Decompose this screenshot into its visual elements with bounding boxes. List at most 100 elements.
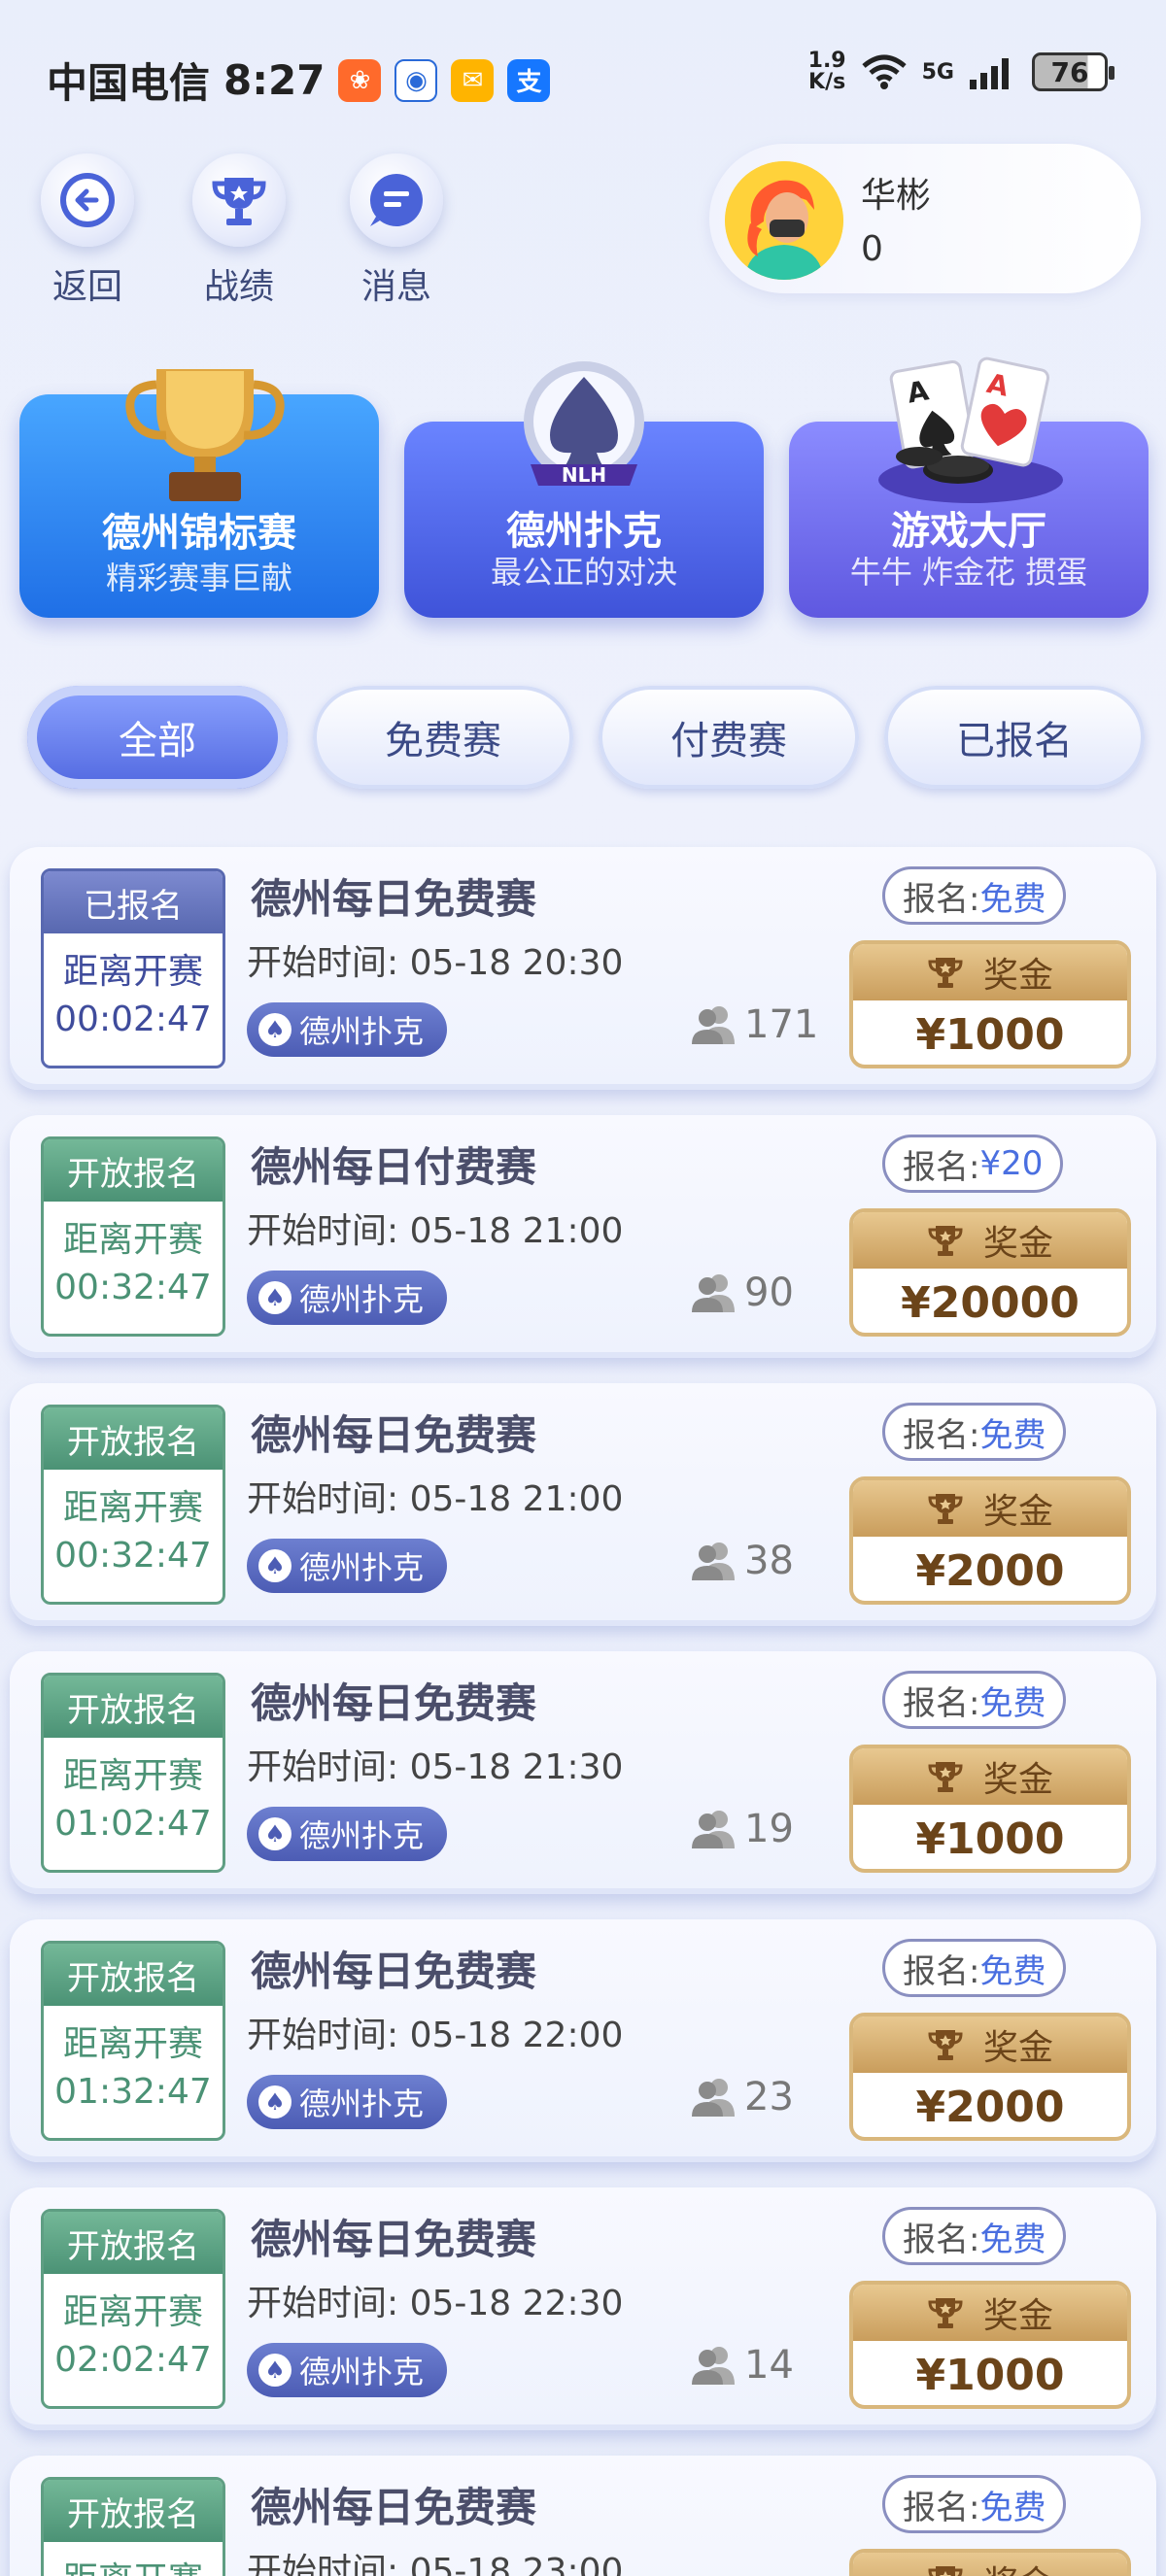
back-icon bbox=[41, 153, 134, 247]
net-speed-unit: K/s bbox=[808, 70, 846, 94]
countdown-value: 01:32:47 bbox=[54, 2072, 212, 2112]
nlh-badge-text: NLH bbox=[562, 463, 606, 487]
entry-fee-badge[interactable]: 报名: 免费 bbox=[882, 2475, 1067, 2533]
tournament-title: 德州每日免费赛 bbox=[251, 1948, 537, 1995]
prize-label: 奖金 bbox=[982, 1492, 1053, 1532]
avatar[interactable] bbox=[725, 161, 843, 280]
status-tag: 已报名 bbox=[44, 871, 223, 933]
prize-trophy-icon bbox=[928, 2298, 963, 2328]
prize-value: ¥20000 bbox=[901, 1278, 1080, 1328]
player-count-value: 23 bbox=[744, 2075, 794, 2119]
messages-label: 消息 bbox=[360, 267, 431, 307]
entry-fee-badge[interactable]: 报名: 免费 bbox=[882, 1671, 1067, 1729]
tournament-title: 德州每日免费赛 bbox=[251, 1679, 537, 1727]
player-count-value: 90 bbox=[744, 1271, 794, 1315]
status-bar: 中国电信 8:27 ❀ ◉ ✉ 支 1.9 K/s 5G 76 bbox=[0, 0, 1166, 146]
fee-label: 报名: bbox=[903, 1415, 980, 1455]
back-label: 返回 bbox=[51, 267, 122, 307]
game-type-tag: ♠ 德州扑克 bbox=[247, 1539, 447, 1593]
network-type: 5G bbox=[921, 59, 954, 85]
player-count-value: 171 bbox=[744, 1002, 819, 1047]
countdown-label: 距离开赛 bbox=[62, 2292, 203, 2332]
fee-value: ¥20 bbox=[979, 1144, 1044, 1183]
tournament-title: 德州每日免费赛 bbox=[251, 1411, 537, 1459]
prize-header: 奖金 bbox=[853, 1212, 1127, 1269]
player-count: 171 bbox=[690, 1002, 818, 1047]
fee-value: 免费 bbox=[979, 1683, 1046, 1723]
tournament-card[interactable]: 开放报名 距离开赛 德州每日免费赛 开始时间: 05-18 23:00 ♠德州扑… bbox=[10, 2456, 1156, 2576]
prize-label: 奖金 bbox=[982, 2028, 1053, 2068]
battery-indicator: 76 bbox=[1032, 52, 1115, 91]
entry-fee-badge[interactable]: 报名: 免费 bbox=[882, 2207, 1067, 2265]
tournament-title: 德州每日免费赛 bbox=[251, 2484, 537, 2531]
net-speed: 1.9 K/s bbox=[808, 51, 846, 93]
countdown-label: 距离开赛 bbox=[62, 1488, 203, 1528]
spade-icon: ♠ bbox=[258, 1281, 292, 1314]
user-profile[interactable]: 华彬 0 bbox=[709, 144, 1141, 293]
tournament-card[interactable]: 已报名 距离开赛 00:02:47 德州每日免费赛 开始时间: 05-18 20… bbox=[10, 847, 1156, 1090]
tournament-card[interactable]: 开放报名 距离开赛 00:32:47 德州每日付费赛 开始时间: 05-18 2… bbox=[10, 1115, 1156, 1358]
countdown-value: 00:32:47 bbox=[54, 1536, 212, 1576]
entry-fee-badge[interactable]: 报名: 免费 bbox=[882, 866, 1067, 925]
prize-box: 奖金 ¥1000 bbox=[849, 2281, 1131, 2409]
game-type-tag: ♠ 德州扑克 bbox=[247, 2075, 447, 2129]
clock: 8:27 bbox=[223, 56, 326, 104]
user-name: 华彬 bbox=[861, 176, 932, 216]
entry-fee-badge[interactable]: 报名: ¥20 bbox=[882, 1135, 1064, 1193]
start-time-label: 开始时间: bbox=[247, 2552, 410, 2576]
signal-icon bbox=[970, 58, 1009, 89]
record-button[interactable]: 战绩 bbox=[181, 153, 297, 309]
spade-icon: ♠ bbox=[258, 1817, 292, 1850]
message-icon bbox=[350, 153, 443, 247]
app-notification-icon-1: ❀ bbox=[338, 58, 382, 102]
start-time-value: 05-18 22:00 bbox=[409, 2016, 624, 2055]
nlh-spade-emblem-icon: NLH bbox=[524, 361, 644, 487]
game-type-label: 德州扑克 bbox=[299, 1549, 425, 1586]
player-count: 38 bbox=[690, 1539, 794, 1583]
start-time-value: 05-18 21:30 bbox=[409, 1747, 624, 1787]
tab-registered[interactable]: 已报名 bbox=[884, 686, 1145, 789]
start-time-label: 开始时间: bbox=[247, 1211, 410, 1251]
tournament-status: 开放报名 距离开赛 01:32:47 bbox=[41, 1941, 225, 2141]
tournament-card[interactable]: 开放报名 距离开赛 01:32:47 德州每日免费赛 开始时间: 05-18 2… bbox=[10, 1919, 1156, 2162]
prize-trophy-icon bbox=[928, 2030, 963, 2060]
start-time: 开始时间: 05-18 21:00 bbox=[247, 1203, 623, 1253]
tournament-card[interactable]: 开放报名 距离开赛 02:02:47 德州每日免费赛 开始时间: 05-18 2… bbox=[10, 2187, 1156, 2430]
fee-label: 报名: bbox=[903, 1683, 980, 1723]
users-icon bbox=[692, 2079, 735, 2117]
tournament-status: 开放报名 距离开赛 bbox=[41, 2477, 225, 2576]
cards-and-chips-icon: A A bbox=[878, 356, 1063, 503]
tab-all[interactable]: 全部 bbox=[27, 686, 288, 789]
prize-header: 奖金 bbox=[853, 2553, 1127, 2576]
tournament-card[interactable]: 开放报名 距离开赛 00:32:47 德州每日免费赛 开始时间: 05-18 2… bbox=[10, 1383, 1156, 1626]
messages-button[interactable]: 消息 bbox=[338, 153, 455, 309]
prize-trophy-icon bbox=[928, 2566, 963, 2576]
prize-box: 奖金 bbox=[849, 2549, 1131, 2576]
tab-free[interactable]: 免费赛 bbox=[313, 686, 573, 789]
fee-value: 免费 bbox=[979, 2488, 1046, 2527]
back-button[interactable]: 返回 bbox=[29, 153, 146, 309]
prize-box: 奖金 ¥2000 bbox=[849, 1476, 1131, 1605]
tab-paid[interactable]: 付费赛 bbox=[599, 686, 859, 789]
prize-label: 奖金 bbox=[982, 956, 1053, 996]
entry-fee-badge[interactable]: 报名: 免费 bbox=[882, 1403, 1067, 1461]
battery-level: 76 bbox=[1050, 55, 1089, 88]
countdown-value: 00:02:47 bbox=[54, 1000, 212, 1039]
fee-label: 报名: bbox=[903, 2220, 980, 2259]
start-time-value: 05-18 21:00 bbox=[409, 1479, 624, 1519]
prize-box: 奖金 ¥1000 bbox=[849, 1745, 1131, 1873]
start-time-label: 开始时间: bbox=[247, 2284, 410, 2323]
countdown-label: 距离开赛 bbox=[62, 1220, 203, 1260]
game-type-tag: ♠ 德州扑克 bbox=[247, 1807, 447, 1861]
filter-tabs: 全部 免费赛 付费赛 已报名 bbox=[0, 686, 1166, 789]
tournament-card[interactable]: 开放报名 距离开赛 01:02:47 德州每日免费赛 开始时间: 05-18 2… bbox=[10, 1651, 1156, 1894]
start-time: 开始时间: 05-18 23:00 bbox=[247, 2543, 623, 2576]
prize-label: 奖金 bbox=[982, 1760, 1053, 1800]
prize-value: ¥1000 bbox=[915, 1814, 1065, 1864]
game-subtitle: 牛牛 炸金花 掼蛋 bbox=[849, 554, 1088, 591]
fee-value: 免费 bbox=[979, 2220, 1046, 2259]
users-icon bbox=[692, 1006, 735, 1044]
entry-fee-badge[interactable]: 报名: 免费 bbox=[882, 1939, 1067, 1997]
gold-trophy-icon bbox=[125, 369, 285, 501]
prize-trophy-icon bbox=[928, 958, 963, 988]
